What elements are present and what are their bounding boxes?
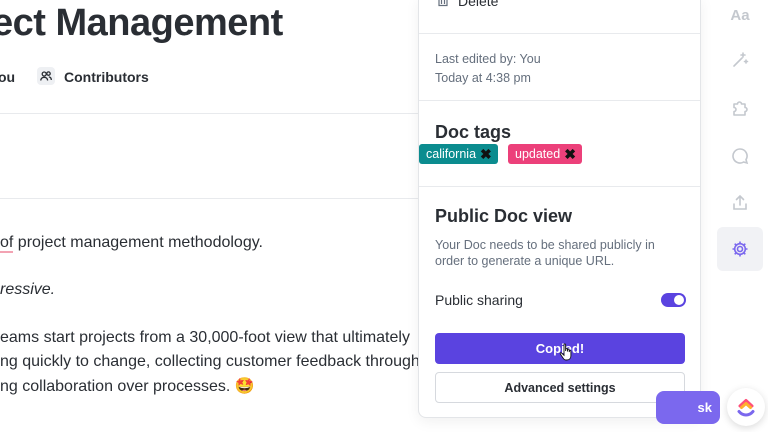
doc-paragraph[interactable]: ng quickly to change, collecting custome…: [0, 353, 420, 371]
doc-settings-panel: Delete Last edited by: You Today at 4:38…: [418, 0, 701, 418]
section-divider: [419, 100, 700, 101]
doc-paragraph[interactable]: eams start projects from a 30,000-foot v…: [0, 329, 410, 347]
tag-label: updated: [515, 147, 561, 161]
right-toolbar: Aa: [716, 0, 764, 432]
doc-text: project management methodology.: [13, 234, 263, 251]
public-sharing-toggle[interactable]: [661, 293, 686, 307]
sparkle-icon[interactable]: [728, 48, 752, 72]
owner-label[interactable]: ou: [0, 69, 15, 85]
remove-tag-icon[interactable]: ✖: [564, 147, 576, 161]
hand-cursor-icon: [559, 343, 572, 361]
section-divider: [419, 33, 700, 34]
font-icon[interactable]: Aa: [728, 3, 752, 27]
doc-meta: ou Contributors: [0, 66, 200, 88]
doc-divider: [0, 198, 418, 199]
puzzle-icon[interactable]: [728, 96, 752, 120]
last-edited-by: Last edited by: You: [435, 52, 541, 66]
public-sharing-label: Public sharing: [435, 292, 523, 308]
advanced-settings-button[interactable]: Advanced settings: [435, 372, 685, 403]
tag-california[interactable]: california ✖: [419, 144, 498, 164]
last-edited-info: Last edited by: You Today at 4:38 pm: [435, 50, 541, 88]
doc-tags-heading: Doc tags: [435, 122, 512, 142]
doc-divider: [0, 113, 418, 114]
chat-icon[interactable]: [728, 144, 752, 168]
share-icon[interactable]: [728, 191, 752, 215]
toggle-knob: [674, 295, 684, 305]
contributors-icon[interactable]: [37, 67, 55, 85]
public-doc-description: Your Doc needs to be shared publicly in …: [435, 238, 655, 268]
trash-icon: [438, 0, 448, 7]
contributors-label[interactable]: Contributors: [64, 69, 149, 85]
delete-label: Delete: [458, 0, 499, 9]
remove-tag-icon[interactable]: ✖: [480, 147, 492, 161]
last-edited-time: Today at 4:38 pm: [435, 71, 531, 85]
spellcheck-word[interactable]: of: [0, 234, 14, 253]
clickup-logo-icon[interactable]: [727, 388, 765, 426]
doc-paragraph[interactable]: ressive.: [0, 281, 55, 299]
gear-icon[interactable]: [728, 237, 752, 261]
add-task-button[interactable]: sk: [656, 391, 720, 424]
section-divider: [419, 186, 700, 187]
tag-label: california: [426, 147, 477, 161]
doc-paragraph[interactable]: ng collaboration over processes. 🤩: [0, 376, 255, 396]
doc-title[interactable]: ect Management: [0, 2, 283, 45]
public-doc-view-heading: Public Doc view: [435, 206, 573, 226]
doc-paragraph[interactable]: of project management methodology.: [0, 234, 263, 253]
tag-updated[interactable]: updated ✖: [508, 144, 582, 164]
